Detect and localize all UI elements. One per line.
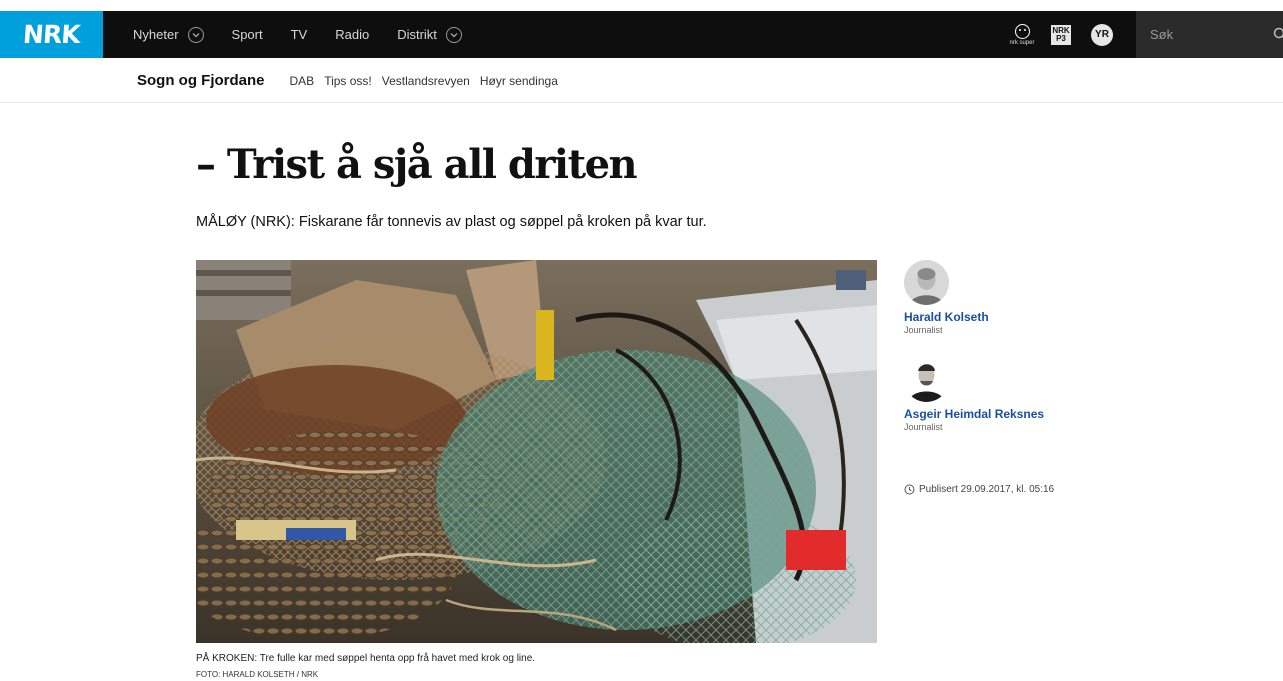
article-photo: [196, 260, 877, 643]
nrk-p3-link[interactable]: NRK P3: [1051, 24, 1071, 45]
nav-label: Radio: [335, 27, 370, 42]
top-navigation-bar: NRK Nyheter Sport TV Radio Distrikt nrk …: [0, 11, 1283, 58]
avatar: [904, 260, 949, 305]
nav-label: Nyheter: [133, 27, 179, 42]
author-name[interactable]: Harald Kolseth: [904, 310, 1204, 324]
main-nav: Nyheter Sport TV Radio Distrikt: [133, 11, 490, 58]
super-label: nrk super: [1009, 39, 1035, 46]
author-name[interactable]: Asgeir Heimdal Reksnes: [904, 407, 1204, 421]
smiley-icon: [1014, 23, 1030, 39]
author-card[interactable]: Harald Kolseth Journalist: [904, 260, 1204, 335]
nav-item-distrikt[interactable]: Distrikt: [397, 26, 462, 43]
search-input[interactable]: [1136, 11, 1283, 58]
article-headline: – Trist å sjå all driten: [196, 141, 638, 188]
clock-icon: [904, 484, 915, 495]
nav-item-tv[interactable]: TV: [291, 27, 308, 42]
subnav-link-hoyr-sendinga[interactable]: Høyr sendinga: [480, 74, 558, 88]
brand-shortcuts: nrk super NRK P3 YR: [1007, 11, 1113, 58]
region-title[interactable]: Sogn og Fjordane: [137, 72, 265, 89]
search-box: [1136, 11, 1283, 58]
subnav-link-vestlandsrevyen[interactable]: Vestlandsrevyen: [382, 74, 470, 88]
published-text: Publisert 29.09.2017, kl. 05:16: [919, 484, 1055, 495]
avatar: [904, 357, 949, 402]
author-role: Journalist: [904, 422, 943, 432]
image-caption: PÅ KROKEN: Tre fulle kar med søppel hent…: [196, 653, 536, 664]
nav-item-sport[interactable]: Sport: [232, 27, 263, 42]
search-icon[interactable]: [1273, 27, 1283, 41]
nav-label: TV: [290, 27, 308, 42]
fishing-net-debris-image: [196, 260, 877, 643]
chevron-down-icon: [187, 26, 204, 43]
nav-item-radio[interactable]: Radio: [335, 27, 369, 42]
chevron-down-icon: [445, 26, 462, 43]
author-card[interactable]: Asgeir Heimdal Reksnes Journalist: [904, 357, 1204, 432]
nav-label: Sport: [231, 27, 263, 42]
subnav-link-tips[interactable]: Tips oss!: [324, 74, 372, 88]
published-date: Publisert 29.09.2017, kl. 05:16: [904, 484, 1054, 495]
nav-item-nyheter[interactable]: Nyheter: [133, 26, 204, 43]
nrk-super-link[interactable]: nrk super: [1007, 20, 1037, 50]
image-credit: FOTO: HARALD KOLSETH / NRK: [196, 670, 319, 679]
nav-label: Distrikt: [397, 27, 437, 42]
nrk-logo[interactable]: NRK: [0, 11, 103, 58]
region-subnav: Sogn og Fjordane DAB Tips oss! Vestlands…: [0, 58, 1283, 103]
yr-link[interactable]: YR: [1091, 23, 1113, 46]
logo-text: NRK: [22, 20, 81, 49]
author-role: Journalist: [904, 325, 943, 335]
subnav-link-dab[interactable]: DAB: [290, 74, 315, 88]
region-subnav-inner: Sogn og Fjordane DAB Tips oss! Vestlands…: [137, 58, 568, 103]
article-lead: MÅLØY (NRK): Fiskarane får tonnevis av p…: [196, 214, 707, 230]
